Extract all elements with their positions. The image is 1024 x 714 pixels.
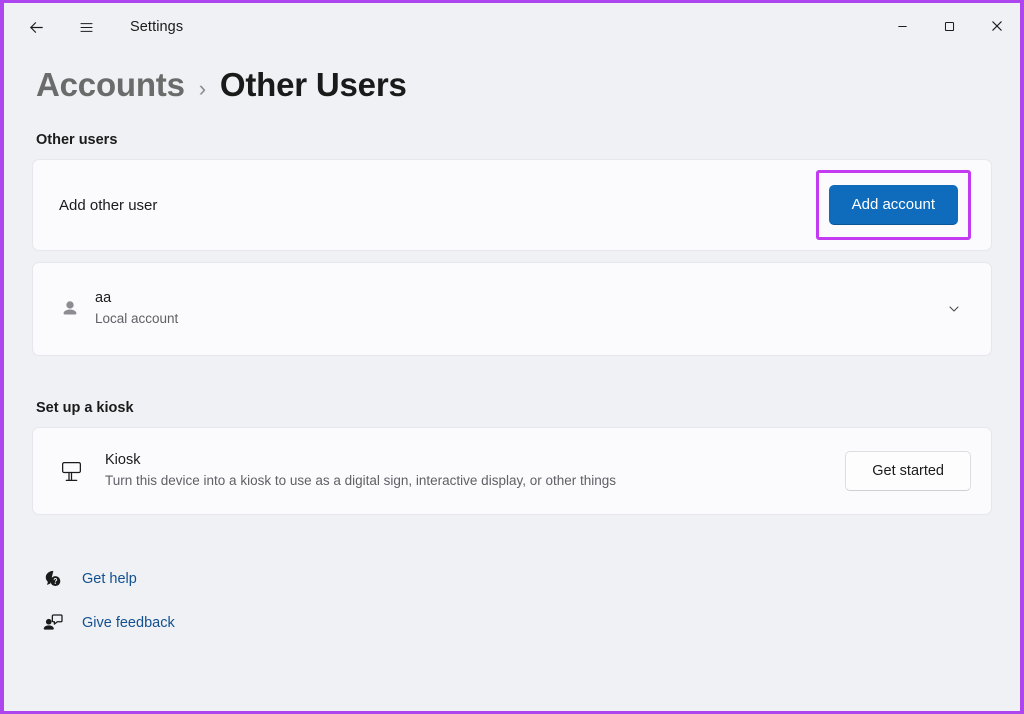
- kiosk-row: Kiosk Turn this device into a kiosk to u…: [33, 428, 991, 514]
- breadcrumb-separator-icon: ›: [198, 76, 206, 101]
- close-icon: [991, 21, 1002, 31]
- hamburger-icon: [79, 22, 93, 32]
- navigation-menu-button[interactable]: [66, 11, 106, 43]
- kiosk-get-started-button[interactable]: Get started: [845, 451, 971, 491]
- person-icon: [59, 298, 95, 320]
- user-account-text: aa Local account: [95, 289, 937, 328]
- breadcrumb-root-link[interactable]: Accounts: [36, 66, 185, 104]
- title-bar: Settings: [4, 3, 1020, 51]
- get-help-link[interactable]: Get help: [40, 557, 992, 601]
- maximize-button[interactable]: [926, 3, 973, 49]
- breadcrumb: Accounts › Other Users: [36, 66, 992, 104]
- help-question-bubble-icon: [40, 568, 66, 590]
- add-other-user-card: Add other user Add account: [32, 159, 992, 251]
- kiosk-title: Kiosk: [105, 452, 141, 469]
- other-users-section: Other users Add other user Add account a…: [32, 132, 992, 356]
- user-account-expand-button[interactable]: [937, 292, 971, 326]
- help-question-bubble-icon-glyph: [45, 570, 61, 587]
- close-button[interactable]: [973, 3, 1020, 49]
- settings-window: Settings Accounts › Other Users Other us…: [4, 3, 1020, 711]
- minimize-button[interactable]: [879, 3, 926, 49]
- other-users-heading: Other users: [36, 132, 118, 148]
- maximize-icon: [944, 21, 955, 31]
- user-account-card[interactable]: aa Local account: [32, 262, 992, 356]
- add-account-highlight-box: Add account: [815, 170, 971, 240]
- give-feedback-label: Give feedback: [82, 615, 175, 631]
- back-button[interactable]: [16, 11, 56, 43]
- add-other-user-label: Add other user: [59, 196, 158, 214]
- user-account-name: aa: [95, 290, 112, 307]
- footer-links: Get help Give feedback: [40, 557, 992, 645]
- get-help-label: Get help: [82, 571, 137, 587]
- person-icon-glyph: [63, 301, 77, 315]
- minimize-icon: [898, 25, 907, 27]
- page-content: Accounts › Other Users Other users Add o…: [4, 66, 1020, 645]
- user-account-type: Local account: [95, 310, 179, 326]
- add-other-user-text: Add other user: [59, 197, 816, 214]
- user-account-row[interactable]: aa Local account: [33, 263, 991, 355]
- chevron-down-icon: [949, 306, 959, 312]
- arrow-left-icon: [29, 21, 43, 33]
- kiosk-section: Set up a kiosk Kiosk Turn this device in: [32, 400, 992, 515]
- kiosk-heading: Set up a kiosk: [36, 400, 134, 416]
- add-account-button[interactable]: Add account: [828, 185, 958, 225]
- add-other-user-row: Add other user Add account: [33, 160, 991, 250]
- kiosk-display-icon-glyph: [62, 461, 81, 481]
- kiosk-description: Turn this device into a kiosk to use as …: [105, 472, 617, 488]
- feedback-person-bubble-icon-glyph: [43, 614, 63, 630]
- window-controls: [879, 3, 1020, 49]
- page-title: Other Users: [219, 66, 407, 103]
- app-title: Settings: [130, 19, 184, 35]
- kiosk-display-icon: [59, 459, 105, 484]
- kiosk-text: Kiosk Turn this device into a kiosk to u…: [105, 451, 845, 490]
- kiosk-card: Kiosk Turn this device into a kiosk to u…: [32, 427, 992, 515]
- give-feedback-link[interactable]: Give feedback: [40, 601, 992, 645]
- feedback-person-bubble-icon: [40, 612, 66, 634]
